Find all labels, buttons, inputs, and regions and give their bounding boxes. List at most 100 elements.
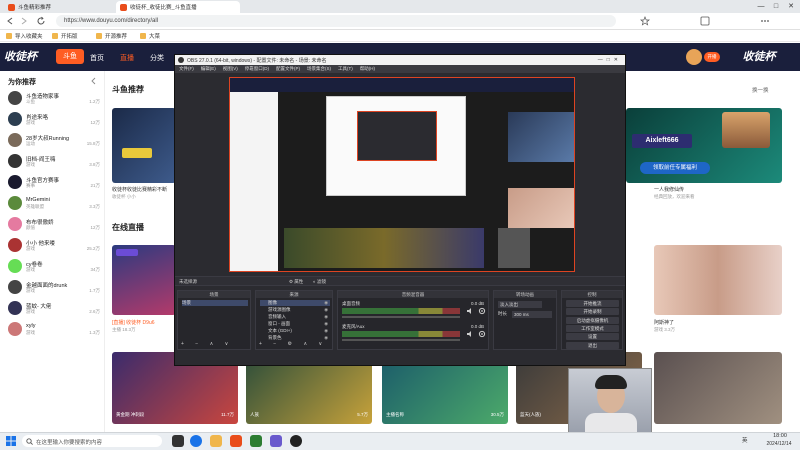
bottom-live-card[interactable] bbox=[654, 352, 782, 424]
source-item[interactable]: 窗口 - 画面 ◉ bbox=[260, 321, 330, 327]
obs-menu-item[interactable]: 视图(V) bbox=[223, 66, 238, 71]
live-card-thumb[interactable] bbox=[112, 245, 176, 315]
transition-select[interactable]: 淡入淡出 bbox=[498, 301, 542, 308]
eye-icon[interactable]: ◉ bbox=[324, 328, 328, 334]
eye-icon[interactable]: ◉ bbox=[324, 300, 328, 306]
obs-control-button[interactable]: 退出 bbox=[566, 341, 619, 349]
obs-control-button[interactable]: 工作室模式 bbox=[566, 324, 619, 332]
obs-preview[interactable] bbox=[229, 77, 575, 272]
scene-item[interactable]: 场景 bbox=[182, 300, 248, 306]
obs-menu-item[interactable]: 停靠窗口(D) bbox=[245, 66, 269, 71]
browser-tab-active[interactable]: 收徒杯_收徒比赛_斗鱼直播 bbox=[116, 1, 240, 13]
gear-icon[interactable] bbox=[478, 330, 486, 338]
refresh-recommend-link[interactable]: 换一换 bbox=[752, 86, 769, 94]
sidebar-streamer-item[interactable]: 斗鱼造物家事 斗鱼 1.2万 bbox=[8, 91, 100, 109]
obs-control-button[interactable]: 开始推流 bbox=[566, 300, 619, 307]
obs-menu-item[interactable]: 编辑(E) bbox=[201, 66, 216, 71]
promo-claim-button[interactable]: 领取前任专属福利 bbox=[640, 162, 710, 174]
source-item[interactable]: 图像 ◉ bbox=[260, 300, 330, 306]
nav-live[interactable]: 直播 bbox=[120, 53, 134, 63]
eye-icon[interactable]: ◉ bbox=[324, 314, 328, 320]
file-explorer-icon[interactable] bbox=[210, 435, 222, 447]
volume-slider[interactable] bbox=[342, 316, 460, 318]
edge-icon[interactable] bbox=[190, 435, 202, 447]
speaker-icon[interactable] bbox=[466, 307, 474, 315]
sidebar-streamer-item[interactable]: 金越面面的drunk 游戏 1.7万 bbox=[8, 280, 100, 298]
clock-date[interactable]: 2024/12/14 bbox=[760, 441, 798, 447]
properties-button[interactable]: ⚙ 属性 bbox=[289, 279, 303, 285]
sidebar-streamer-item[interactable]: 小小 他来喽 游戏 25.2万 bbox=[8, 238, 100, 256]
back-icon[interactable] bbox=[6, 17, 14, 25]
source-item[interactable]: 游戏源图像 ◉ bbox=[260, 307, 330, 313]
taskbar-search[interactable]: 在这里输入你要搜索的内容 bbox=[22, 435, 162, 447]
nav-category[interactable]: 分类 bbox=[150, 53, 164, 63]
obs-window-controls[interactable]: —□✕ bbox=[591, 55, 625, 65]
maximize-button[interactable]: □ bbox=[771, 2, 781, 11]
user-avatar[interactable] bbox=[686, 49, 702, 65]
sidebar-streamer-item[interactable]: 肖途来咯 游戏 12万 bbox=[8, 112, 100, 130]
obs-control-button[interactable]: 开始录制 bbox=[566, 308, 619, 316]
right-live-thumb[interactable] bbox=[654, 245, 782, 315]
star-icon[interactable] bbox=[640, 16, 650, 26]
source-item[interactable]: 文本 (GDI+) ◉ bbox=[260, 328, 330, 334]
sidebar-streamer-item[interactable]: 斗鱼官方赛事 赛事 21万 bbox=[8, 175, 100, 193]
sidebar-streamer-item[interactable]: cy卷卷 游戏 34万 bbox=[8, 259, 100, 277]
refresh-icon[interactable] bbox=[36, 16, 46, 26]
scene-list-controls[interactable]: + − ∧ ∨ bbox=[181, 341, 233, 347]
eye-icon[interactable]: ◉ bbox=[324, 307, 328, 313]
browser-tab[interactable]: 斗鱼精彩推荐 bbox=[4, 1, 114, 13]
windows-start-icon[interactable] bbox=[6, 436, 16, 446]
bookmark-item[interactable]: 开拓版 bbox=[52, 32, 78, 40]
speaker-icon[interactable] bbox=[466, 330, 474, 338]
sidebar-streamer-item[interactable]: 布布很傲娇 颜值 12万 bbox=[8, 217, 100, 235]
sidebar-streamer-item[interactable]: xyly 游戏 1.3万 bbox=[8, 322, 100, 340]
douyu-logo[interactable]: 斗鱼 bbox=[56, 49, 84, 64]
minimize-button[interactable]: — bbox=[756, 2, 766, 11]
obs-control-button[interactable]: 设置 bbox=[566, 333, 619, 341]
eye-icon[interactable]: ◉ bbox=[324, 321, 328, 327]
obs-menu-item[interactable]: 配置文件(P) bbox=[276, 66, 300, 71]
bookmark-item[interactable]: 大菜 bbox=[140, 32, 160, 40]
sidebar-streamer-item[interactable]: 28岁大叔Running 运动 15.8万 bbox=[8, 133, 100, 151]
obs-control-button[interactable]: 启动虚拟摄像机 bbox=[566, 316, 619, 324]
extensions-icon[interactable] bbox=[700, 16, 710, 26]
url-bar[interactable]: https://www.douyu.com/directory/all bbox=[56, 15, 616, 27]
recommend-card-thumb[interactable] bbox=[112, 108, 176, 183]
obs-menu-item[interactable]: 场景集合(S) bbox=[307, 66, 331, 71]
bookmark-item[interactable]: 导入收藏夹 bbox=[6, 32, 43, 40]
mixer-meter bbox=[342, 308, 460, 314]
sidebar-streamer-item[interactable]: 旧档-阎王嗨 游戏 3.8万 bbox=[8, 154, 100, 172]
app-icon[interactable] bbox=[270, 435, 282, 447]
nav-home[interactable]: 首页 bbox=[90, 53, 104, 63]
close-button[interactable]: ✕ bbox=[786, 2, 796, 11]
gear-icon[interactable] bbox=[478, 307, 486, 315]
task-view-icon[interactable] bbox=[172, 435, 184, 447]
obs-menu-item[interactable]: 文件(F) bbox=[179, 66, 194, 71]
obs-menu-item[interactable]: 帮助(H) bbox=[360, 66, 375, 71]
duration-input[interactable]: 300 ms bbox=[512, 311, 552, 318]
sidebar-streamer-item[interactable]: MrGemini 英雄联盟 3.3万 bbox=[8, 196, 100, 214]
promo-banner[interactable]: Aixleft666 领取前任专属福利 bbox=[626, 108, 782, 183]
source-item[interactable]: 音频输入 ◉ bbox=[260, 314, 330, 320]
ime-indicator[interactable]: 英 bbox=[742, 436, 748, 444]
filters-button[interactable]: ◐ 滤镜 bbox=[313, 279, 326, 285]
collapse-sidebar-icon[interactable] bbox=[90, 77, 98, 85]
source-list-controls[interactable]: + − ⚙ ∧ ∨ bbox=[259, 341, 327, 347]
preview-thumb-row bbox=[284, 228, 484, 268]
clock-time[interactable]: 18:00 bbox=[764, 433, 796, 439]
streamer-avatar bbox=[8, 259, 22, 273]
go-live-badge[interactable]: 开播 bbox=[704, 52, 720, 62]
douyu-app-icon[interactable] bbox=[230, 435, 242, 447]
source-label: 文本 (GDI+) bbox=[268, 328, 292, 333]
obs-app-icon[interactable] bbox=[290, 435, 302, 447]
volume-slider[interactable] bbox=[342, 339, 460, 341]
settings-menu-icon[interactable] bbox=[760, 16, 770, 26]
sidebar-streamer-item[interactable]: 蓝蚊- 大佬 游戏 2.6万 bbox=[8, 301, 100, 319]
obs-window[interactable]: OBS 27.0.1 (64-bit, windows) - 配置文件: 未命名… bbox=[174, 54, 626, 366]
preview-nested-window bbox=[326, 96, 466, 196]
app-icon[interactable] bbox=[250, 435, 262, 447]
obs-menu-item[interactable]: 工具(T) bbox=[338, 66, 353, 71]
bookmark-item[interactable]: 开源推荐 bbox=[96, 32, 127, 40]
controls-dock: 控制 开始推流 开始录制 启动虚拟摄像机 工作室模式 设置 退出 bbox=[561, 290, 623, 350]
forward-icon[interactable] bbox=[20, 17, 28, 25]
